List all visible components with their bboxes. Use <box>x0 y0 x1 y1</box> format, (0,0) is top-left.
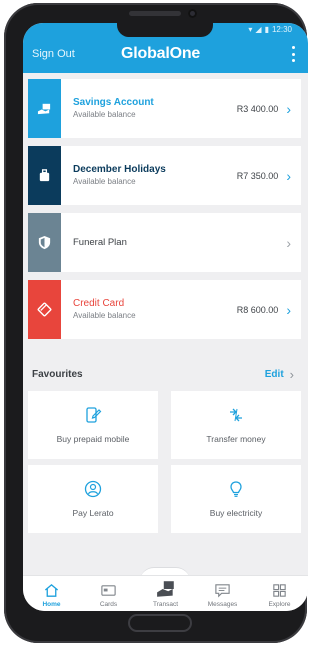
favourite-transfer-money[interactable]: Transfer money <box>171 391 301 459</box>
favourite-label: Buy electricity <box>209 508 263 518</box>
tab-label: Messages <box>207 601 238 608</box>
shield-icon <box>28 213 61 272</box>
transfer-icon <box>230 408 242 422</box>
chevron-right-icon[interactable]: › <box>290 367 294 382</box>
tab-label: Cards <box>99 601 118 608</box>
chevron-right-icon: › <box>286 167 291 184</box>
cards-icon <box>101 585 116 596</box>
account-balance: R3 400.00 <box>236 103 279 114</box>
account-card-savings[interactable]: Savings Account Available balance R3 400… <box>28 79 301 138</box>
earpiece <box>129 11 181 16</box>
tab-label: Transact <box>152 601 179 608</box>
tab-label: Explore <box>268 601 291 608</box>
account-title: Funeral Plan <box>73 237 127 248</box>
person-icon <box>84 480 102 498</box>
app-screen: ▾ ◢ ▮ 12:30 Sign Out GlobalOne Savings A… <box>23 23 308 611</box>
hand-money-icon <box>28 79 61 138</box>
bulb-icon <box>230 481 242 497</box>
account-balance: R8 600.00 <box>236 304 279 315</box>
account-card-credit-card[interactable]: Credit Card Available balance R8 600.00 … <box>28 280 301 339</box>
chevron-right-icon: › <box>286 100 291 117</box>
tab-label: Home <box>42 601 61 608</box>
tab-home[interactable]: Home <box>23 576 80 611</box>
bottom-tab-bar: Home Cards Transact Messages Explore <box>23 575 308 611</box>
mobile-edit-icon <box>86 407 102 423</box>
status-time: 12:30 <box>271 25 292 34</box>
phone-frame: ▾ ◢ ▮ 12:30 Sign Out GlobalOne Savings A… <box>4 3 308 643</box>
tab-cards[interactable]: Cards <box>80 576 137 611</box>
account-subtitle: Available balance <box>73 311 136 320</box>
favourite-label: Buy prepaid mobile <box>56 434 130 444</box>
wifi-icon: ▾ <box>248 25 253 34</box>
status-bar: ▾ ◢ ▮ 12:30 <box>248 25 292 34</box>
account-subtitle: Available balance <box>73 177 136 186</box>
account-card-december-holidays[interactable]: December Holidays Available balance R7 3… <box>28 146 301 205</box>
favourites-header: Favourites Edit › <box>28 361 301 387</box>
favourite-pay-lerato[interactable]: Pay Lerato <box>28 465 158 533</box>
favourite-label: Pay Lerato <box>72 508 114 518</box>
tab-transact[interactable]: Transact <box>137 576 194 611</box>
account-subtitle: Available balance <box>73 110 136 119</box>
credit-card-icon <box>28 280 61 339</box>
luggage-icon <box>28 146 61 205</box>
home-button[interactable] <box>128 614 192 632</box>
account-title: Credit Card <box>73 298 125 309</box>
display-notch <box>117 23 213 37</box>
more-vertical-icon[interactable] <box>290 46 296 62</box>
account-balance: R7 350.00 <box>236 170 279 181</box>
brand-logo: GlobalOne <box>121 45 201 62</box>
favourite-buy-electricity[interactable]: Buy electricity <box>171 465 301 533</box>
chevron-right-icon: › <box>286 234 291 251</box>
account-card-funeral-plan[interactable]: Funeral Plan › <box>28 213 301 272</box>
explore-icon <box>273 584 286 597</box>
account-title: Savings Account <box>73 97 154 108</box>
favourites-edit-button[interactable]: Edit <box>265 369 284 380</box>
chevron-right-icon: › <box>286 301 291 318</box>
tab-explore[interactable]: Explore <box>251 576 308 611</box>
home-icon <box>44 583 59 597</box>
signal-icon: ◢ <box>255 25 262 34</box>
transact-icon <box>156 581 174 597</box>
front-camera <box>188 9 197 18</box>
sign-out-link[interactable]: Sign Out <box>32 48 75 60</box>
battery-icon: ▮ <box>264 25 269 34</box>
account-title: December Holidays <box>73 164 166 175</box>
favourite-label: Transfer money <box>206 434 266 444</box>
favourite-buy-prepaid-mobile[interactable]: Buy prepaid mobile <box>28 391 158 459</box>
messages-icon <box>215 584 230 598</box>
tab-messages[interactable]: Messages <box>194 576 251 611</box>
favourites-title: Favourites <box>32 368 83 380</box>
